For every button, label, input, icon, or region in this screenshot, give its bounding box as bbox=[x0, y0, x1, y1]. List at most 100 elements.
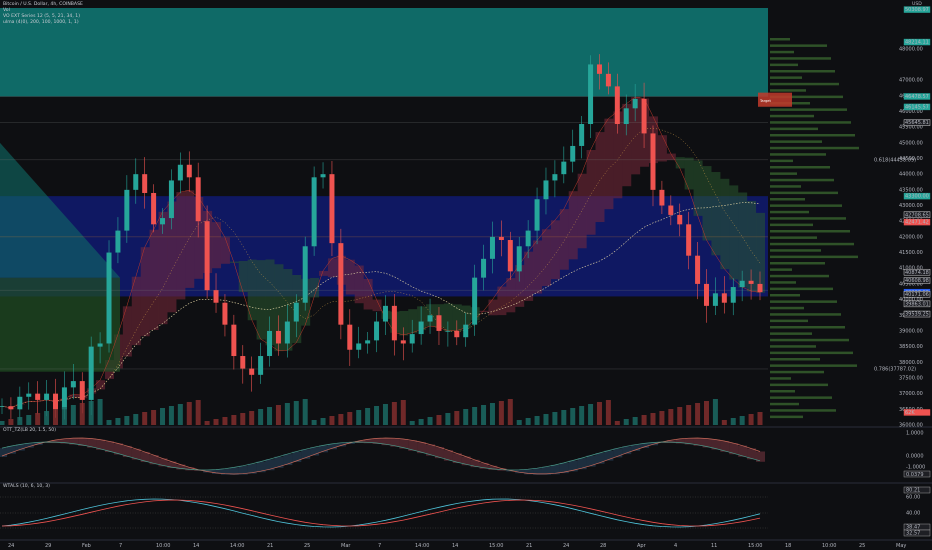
indicator-legend-2: ulma (4(0), 200, 100, 1000, 1, 1) bbox=[3, 20, 79, 25]
volume-bar bbox=[222, 417, 228, 425]
price-tick: 43500.00 bbox=[899, 187, 923, 193]
osc1-tick: 1.0000 bbox=[906, 431, 924, 437]
price-tick: 48000.00 bbox=[899, 46, 923, 52]
volume-bar bbox=[695, 403, 701, 425]
volume-profile-bar bbox=[770, 223, 813, 227]
volume-bar bbox=[267, 407, 273, 425]
osc1-fill bbox=[595, 453, 605, 464]
volume-bar bbox=[115, 418, 121, 425]
volume-bar bbox=[177, 404, 183, 425]
volume-bar bbox=[712, 399, 718, 425]
ribbon-segment bbox=[69, 394, 79, 398]
candle-body bbox=[427, 315, 433, 322]
volume-bar bbox=[195, 400, 201, 425]
time-tick: 18 bbox=[785, 543, 791, 549]
candle-body bbox=[133, 174, 139, 190]
candle-body bbox=[213, 290, 219, 303]
volume-profile-bar bbox=[770, 108, 847, 111]
volume-profile-bar bbox=[770, 236, 817, 239]
candle-body bbox=[436, 315, 442, 331]
short-position-label: Target bbox=[759, 99, 771, 103]
volume-bar bbox=[204, 421, 210, 425]
volume-bar bbox=[570, 408, 576, 425]
candle-body bbox=[186, 164, 192, 178]
time-tick: Feb bbox=[82, 543, 91, 549]
candle-body bbox=[668, 205, 674, 215]
volume-bar bbox=[0, 421, 5, 425]
time-tick: 10:00 bbox=[156, 543, 170, 549]
volume-bar bbox=[748, 414, 754, 425]
candle-body bbox=[579, 124, 585, 146]
candle-body bbox=[409, 334, 415, 344]
volume-bar bbox=[525, 418, 531, 425]
osc1-badge-label: 0.0379 bbox=[906, 472, 924, 478]
ribbon-segment bbox=[711, 172, 721, 256]
volume-bar bbox=[418, 419, 424, 425]
ribbon-segment bbox=[684, 157, 694, 190]
candle-body bbox=[177, 164, 183, 181]
ribbon-segment bbox=[738, 192, 748, 288]
ribbon-segment bbox=[140, 247, 150, 337]
price-tick: 38000.00 bbox=[899, 360, 923, 366]
volume-bar bbox=[721, 420, 727, 425]
volume-bar bbox=[543, 414, 549, 425]
time-tick: 21 bbox=[267, 543, 273, 549]
volume-bar bbox=[463, 409, 469, 425]
volume-profile-bar bbox=[770, 89, 806, 92]
candle-body bbox=[543, 180, 549, 200]
volume-bar bbox=[668, 409, 674, 425]
price-chart[interactable]: 48000.0047000.0046500.0046000.0045500.00… bbox=[0, 0, 932, 550]
candle-body bbox=[53, 393, 59, 410]
candle-body bbox=[61, 387, 67, 410]
candle-body bbox=[195, 177, 201, 222]
price-badge-label: 62K bbox=[905, 410, 915, 416]
ribbon-segment bbox=[149, 229, 159, 331]
time-tick: 14:00 bbox=[415, 543, 429, 549]
volume-profile-bar bbox=[770, 198, 805, 201]
time-tick: 7 bbox=[378, 543, 381, 549]
volume-profile-bar bbox=[770, 396, 832, 399]
ribbon-segment bbox=[212, 222, 222, 269]
candle-body bbox=[222, 302, 228, 325]
osc1-fill bbox=[586, 455, 596, 467]
candle-body bbox=[267, 330, 273, 357]
time-tick: 4 bbox=[674, 543, 677, 549]
volume-profile-bar bbox=[770, 38, 790, 41]
price-tick: 45000.00 bbox=[899, 140, 923, 146]
candle-body bbox=[0, 406, 5, 407]
volume-bar bbox=[88, 401, 94, 425]
volume-profile-bar bbox=[770, 121, 851, 124]
volume-profile-bar bbox=[770, 326, 845, 329]
candle-body bbox=[570, 145, 576, 162]
volume-bar bbox=[8, 419, 14, 425]
zone-green-left bbox=[0, 277, 120, 372]
time-tick: 24 bbox=[563, 543, 569, 549]
volume-bar bbox=[142, 412, 148, 425]
volume-bar bbox=[427, 417, 433, 425]
volume-bar bbox=[97, 399, 103, 425]
ribbon-segment bbox=[345, 259, 355, 295]
price-tick: 47000.00 bbox=[899, 78, 923, 84]
candle-body bbox=[695, 255, 701, 284]
volume-profile-bar bbox=[770, 306, 804, 310]
candle-body bbox=[463, 324, 469, 338]
ribbon-segment bbox=[256, 260, 266, 340]
time-tick: 14 bbox=[193, 543, 199, 549]
candle-body bbox=[97, 343, 103, 347]
volume-bar bbox=[35, 413, 41, 425]
volume-profile-bar bbox=[770, 370, 824, 374]
candle-body bbox=[614, 86, 620, 125]
volume-profile-bar bbox=[770, 70, 835, 73]
volume-bar bbox=[489, 403, 495, 425]
ribbon-segment bbox=[756, 212, 765, 293]
candle-body bbox=[17, 396, 23, 410]
candle-body bbox=[757, 283, 763, 293]
price-badge-label: 39539.25 bbox=[905, 312, 929, 318]
volume-profile-bar bbox=[770, 134, 855, 137]
ribbon-segment bbox=[327, 258, 337, 278]
price-badge-label: 42471.42 bbox=[905, 220, 929, 226]
volume-bar bbox=[623, 419, 629, 425]
volume-profile-bar bbox=[770, 300, 837, 303]
volume-profile-bar bbox=[770, 210, 809, 214]
price-tick: 42000.00 bbox=[899, 234, 923, 240]
